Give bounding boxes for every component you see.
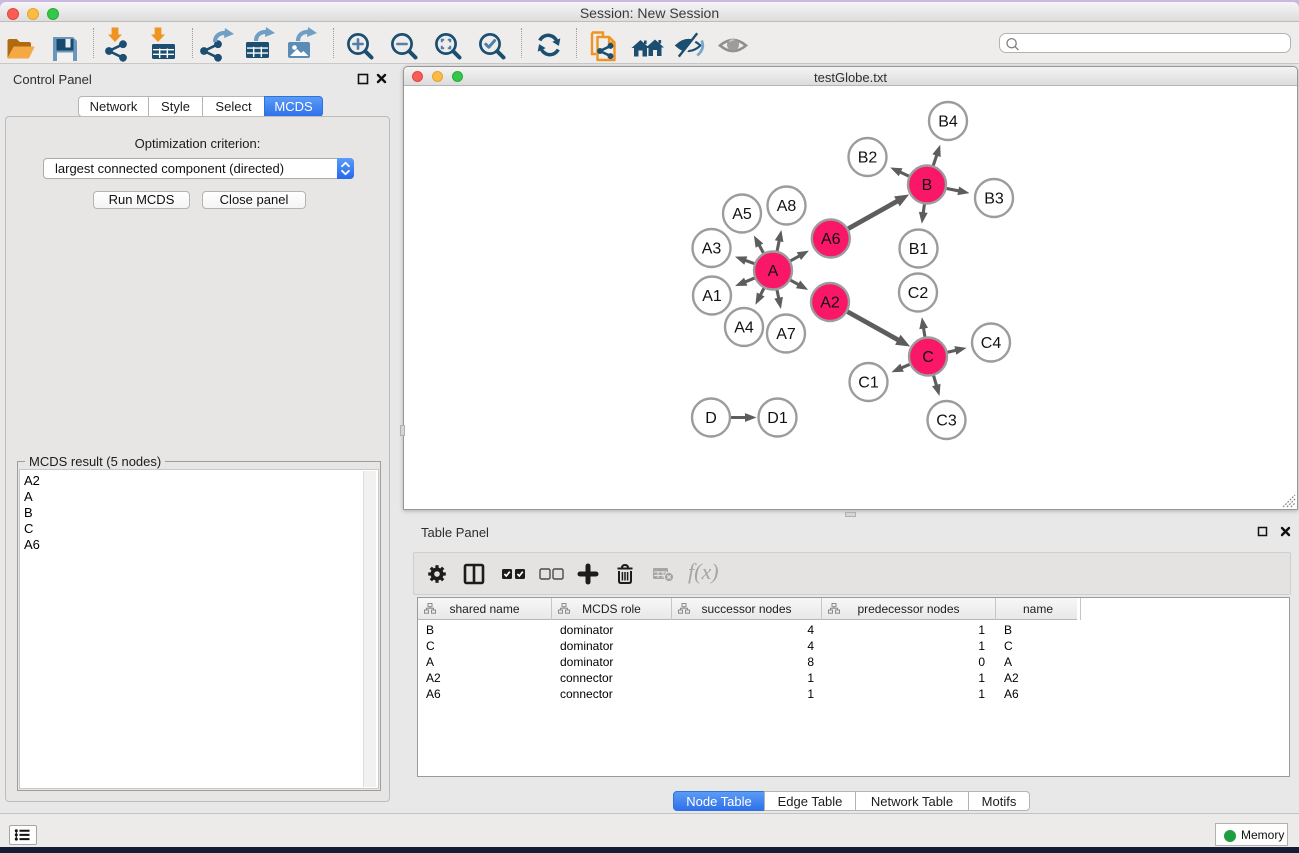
svg-text:D1: D1 bbox=[767, 410, 788, 427]
svg-text:A8: A8 bbox=[777, 198, 797, 215]
svg-text:C4: C4 bbox=[981, 335, 1002, 352]
svg-text:B: B bbox=[922, 177, 933, 194]
svg-text:A3: A3 bbox=[702, 241, 722, 258]
svg-text:B2: B2 bbox=[858, 150, 878, 167]
svg-text:A4: A4 bbox=[734, 320, 754, 337]
svg-text:A6: A6 bbox=[821, 231, 841, 248]
svg-text:A: A bbox=[768, 263, 779, 280]
svg-text:C2: C2 bbox=[908, 285, 929, 302]
svg-text:A7: A7 bbox=[776, 326, 796, 343]
svg-text:B1: B1 bbox=[909, 241, 929, 258]
svg-text:B3: B3 bbox=[984, 191, 1004, 208]
svg-text:C1: C1 bbox=[858, 375, 879, 392]
svg-text:D: D bbox=[705, 410, 717, 427]
svg-text:C: C bbox=[922, 349, 934, 366]
svg-text:A2: A2 bbox=[820, 295, 840, 312]
svg-text:B4: B4 bbox=[938, 114, 958, 131]
svg-text:C3: C3 bbox=[936, 413, 957, 430]
svg-text:A5: A5 bbox=[732, 206, 752, 223]
svg-text:A1: A1 bbox=[702, 288, 722, 305]
